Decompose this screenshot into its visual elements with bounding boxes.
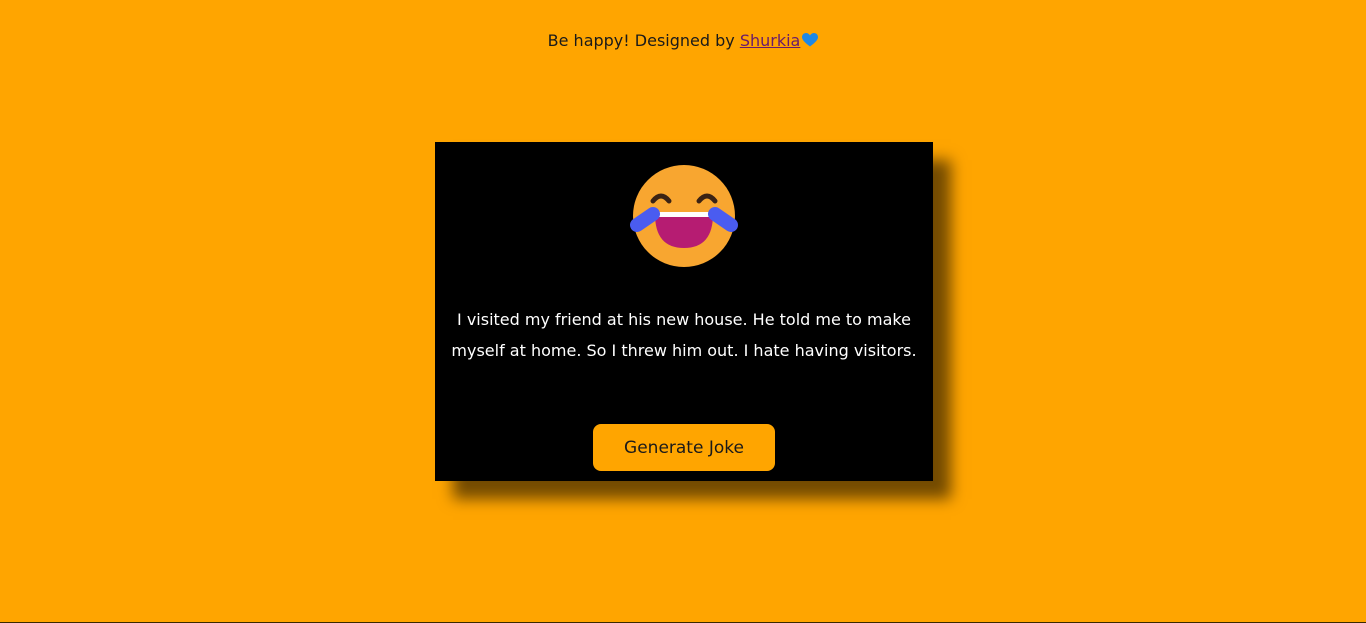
author-link-label: Shurkia (739, 31, 801, 50)
author-link[interactable]: Shurkia (740, 31, 819, 50)
credit-prefix: Be happy! Designed by (547, 31, 735, 50)
generate-joke-button[interactable]: Generate Joke (593, 424, 775, 471)
blue-heart-icon (802, 33, 819, 47)
joke-text: I visited my friend at his new house. He… (451, 310, 917, 360)
credit-line: Be happy! Designed by Shurkia (0, 30, 1366, 52)
face-with-tears-of-joy-icon (630, 165, 738, 267)
